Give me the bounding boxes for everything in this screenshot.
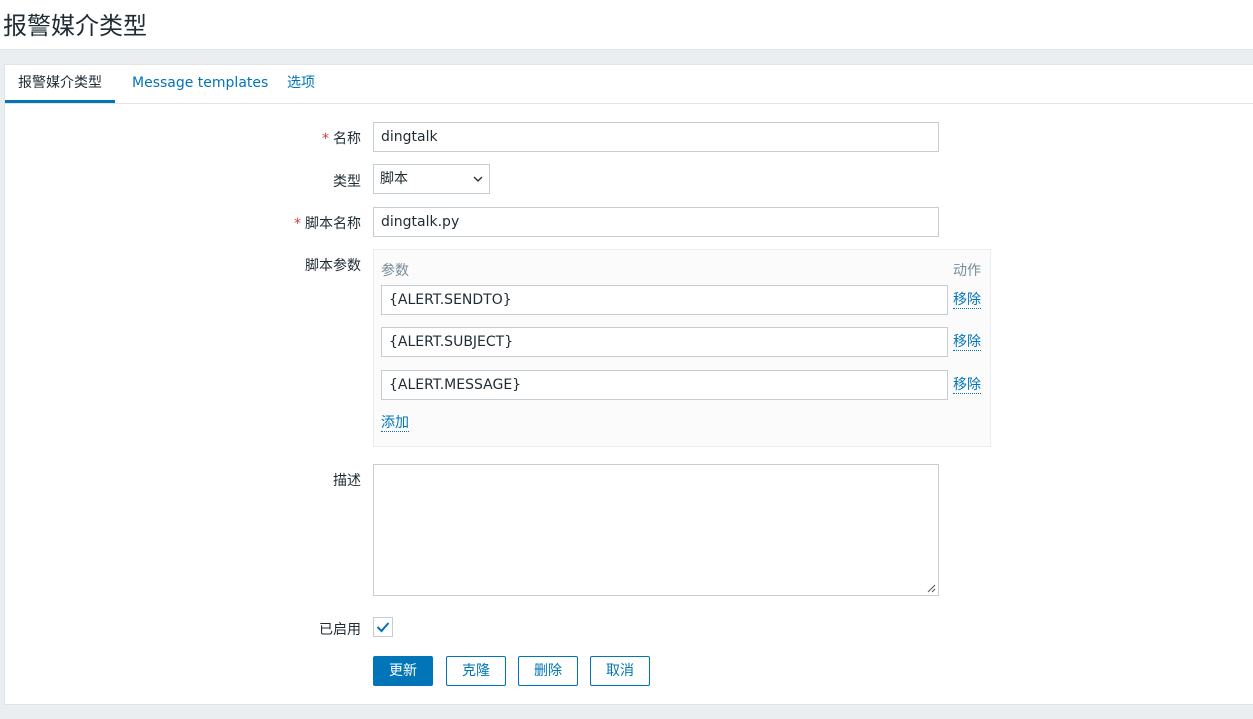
type-select-value: 脚本 [380,171,408,187]
enabled-label: 已启用 [319,622,361,638]
remove-param-link[interactable]: 移除 [953,292,981,309]
param-column-header: 参数 [381,263,409,279]
media-type-panel: 报警媒介类型 Message templates 选项 * 名称 dingtalk… [4,64,1253,705]
tab-options[interactable]: 选项 [274,65,328,103]
type-select[interactable]: 脚本 [373,164,490,194]
description-textarea[interactable] [373,464,939,596]
add-param-link[interactable]: 添加 [381,415,409,432]
remove-param-link[interactable]: 移除 [953,377,981,394]
script-name-label: * 脚本名称 [294,216,361,232]
script-params-label: 脚本参数 [305,258,361,274]
script-params-table: 参数 动作 {ALERT.SENDTO} 移除 {ALERT.SUBJECT} … [373,249,991,447]
chevron-down-icon [473,176,483,182]
page-title: 报警媒介类型 [3,12,147,40]
name-field[interactable]: dingtalk [373,122,939,152]
clone-button[interactable]: 克隆 [446,656,506,686]
checkmark-icon [376,622,390,633]
tab-message-templates[interactable]: Message templates [119,65,281,103]
page-header: 报警媒介类型 [0,0,1253,50]
param-input[interactable]: {ALERT.SENDTO} [381,285,948,315]
param-input[interactable]: {ALERT.SUBJECT} [381,327,948,357]
enabled-checkbox[interactable] [373,617,393,637]
param-input[interactable]: {ALERT.MESSAGE} [381,370,948,400]
required-asterisk: * [322,131,329,147]
remove-param-link[interactable]: 移除 [953,334,981,351]
cancel-button[interactable]: 取消 [590,656,650,686]
description-label: 描述 [333,473,361,489]
required-asterisk: * [294,216,301,232]
type-label: 类型 [333,174,361,190]
tab-bar: 报警媒介类型 Message templates 选项 [5,65,1253,104]
update-button[interactable]: 更新 [373,656,433,686]
script-name-field[interactable]: dingtalk.py [373,207,939,237]
delete-button[interactable]: 删除 [518,656,578,686]
resize-grip-icon[interactable] [926,583,936,593]
action-column-header: 动作 [953,263,981,279]
name-label: * 名称 [322,131,361,147]
tab-media-type[interactable]: 报警媒介类型 [5,65,115,103]
